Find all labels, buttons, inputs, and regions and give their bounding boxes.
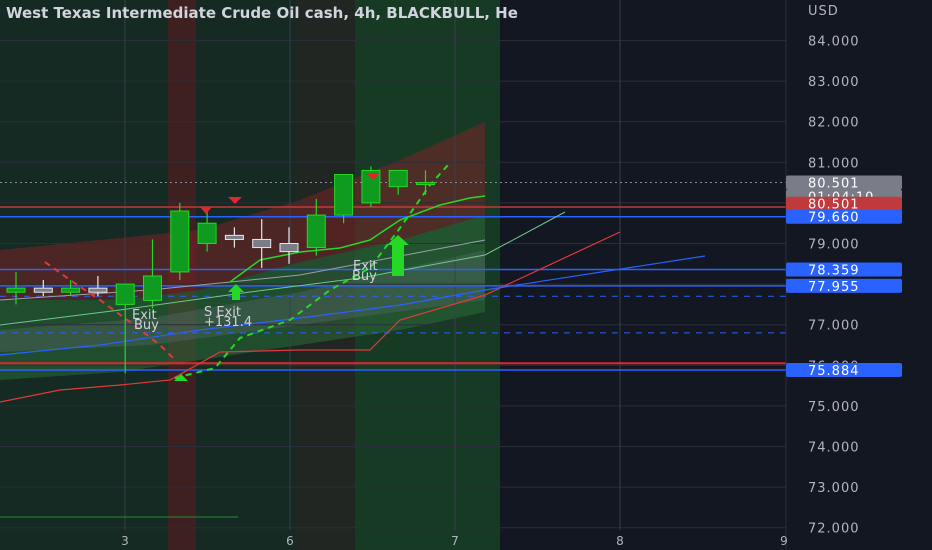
candle-body [388,169,408,188]
candle-body [197,222,217,244]
candle-body [170,210,190,273]
time-tick-label: 7 [451,534,459,548]
price-tick-label: 83.000 [808,75,860,90]
candle-body [143,275,162,301]
candle-body [224,234,244,240]
price-chart[interactable]: S Exit+131.4ExitBuyExitBuy West Texas In… [0,0,932,550]
candle-body [279,243,299,253]
price-tick-label: 72.000 [808,522,860,537]
signal-label: Buy [352,269,377,284]
signal-label: +131.4 [204,315,252,330]
time-tick-label: 9 [780,534,788,548]
candle-body [33,287,53,293]
price-tick-label: 81.000 [808,156,860,171]
candle-body [252,238,272,249]
candle-body [115,283,135,305]
price-tick-label: 77.000 [808,319,860,334]
price-tick-label: 84.000 [808,35,860,50]
price-badge: 77.955 [786,278,902,295]
candle-body [334,173,354,216]
price-badge-label: 79.660 [808,211,860,226]
price-badge-label: 75.884 [808,364,860,379]
price-badge: 75.884 [786,363,902,379]
indicator-bands [0,0,500,550]
time-tick-label: 6 [286,534,294,548]
candle [170,202,190,281]
price-badge: 79.660 [786,209,902,226]
chart-title: West Texas Intermediate Crude Oil cash, … [6,4,518,22]
currency-label: USD [808,4,839,19]
candle [361,166,381,207]
signal-label: Buy [134,318,159,333]
price-tick-label: 73.000 [808,481,860,496]
price-tick-label: 74.000 [808,441,860,456]
price-badge: 80.501 [786,175,902,192]
candle-body [61,287,81,293]
price-badge-label: 77.955 [808,280,860,295]
candle-body [6,287,26,293]
price-tick-label: 75.000 [808,400,860,415]
price-badge-label: 78.359 [808,264,860,279]
price-badge-label: 80.501 [808,177,860,192]
candle-body [88,287,108,293]
candle-body [416,182,435,186]
candle-body [306,214,326,249]
time-tick-label: 8 [616,534,624,548]
price-tick-label: 82.000 [808,116,860,131]
price-tick-label: 79.000 [808,238,860,253]
price-badge: 78.359 [786,262,902,279]
time-tick-label: 3 [121,534,129,548]
